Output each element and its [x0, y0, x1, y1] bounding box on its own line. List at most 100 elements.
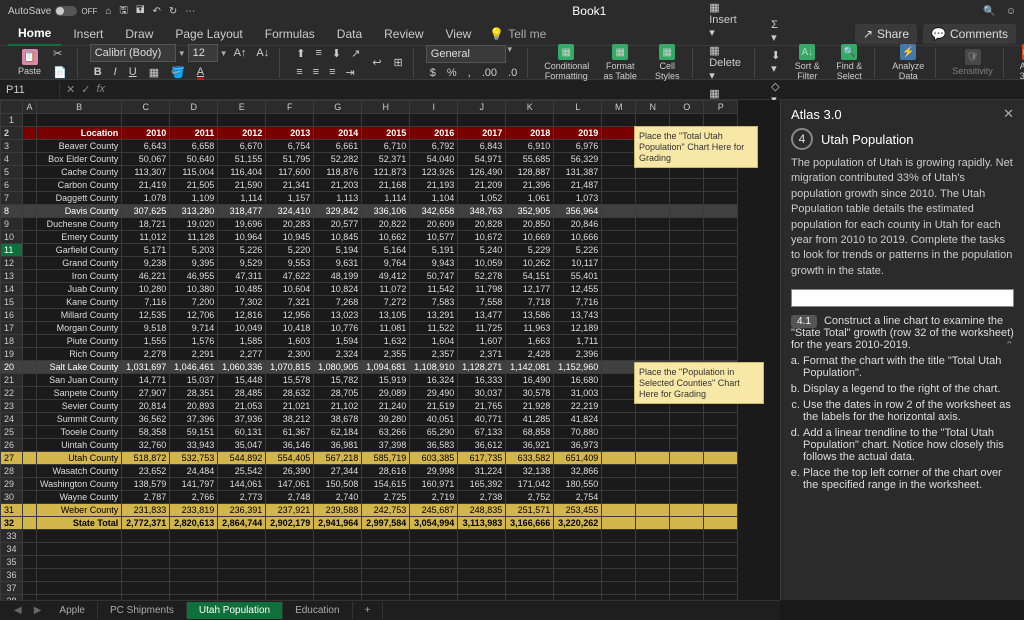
data-cell[interactable]: 532,753 [170, 452, 218, 465]
sensitivity-button[interactable]: 🛡Sensitivity [948, 49, 997, 76]
data-cell[interactable]: 9,943 [410, 257, 458, 270]
data-cell[interactable]: 307,625 [122, 205, 170, 218]
data-cell[interactable]: 2,738 [458, 491, 506, 504]
bold-button[interactable]: B [90, 64, 106, 81]
font-size-input[interactable] [188, 44, 218, 62]
data-cell[interactable]: 13,586 [506, 309, 554, 322]
data-cell[interactable]: 352,905 [506, 205, 554, 218]
data-cell[interactable]: 3,166,666 [506, 517, 554, 530]
data-cell[interactable]: 28,632 [266, 387, 314, 400]
data-cell[interactable]: Daggett County [37, 192, 122, 205]
chevron-down-icon[interactable]: ▼ [178, 49, 186, 58]
sheet-tab[interactable]: Utah Population [187, 602, 283, 619]
data-cell[interactable]: 2,357 [410, 348, 458, 361]
data-cell[interactable]: 11,725 [458, 322, 506, 335]
tab-insert[interactable]: Insert [63, 23, 113, 45]
data-cell[interactable]: 36,612 [458, 439, 506, 452]
row-header[interactable]: 4 [1, 153, 23, 166]
data-cell[interactable]: 50,747 [410, 270, 458, 283]
formula-bar[interactable] [111, 88, 1024, 92]
row-header[interactable]: 17 [1, 322, 23, 335]
data-cell[interactable]: Iron County [37, 270, 122, 283]
col-header[interactable]: L [554, 101, 602, 114]
row-header[interactable]: 1 [1, 114, 23, 127]
tell-me[interactable]: 💡Tell me [489, 27, 546, 41]
data-cell[interactable]: Washington County [37, 478, 122, 491]
data-cell[interactable]: 28,351 [170, 387, 218, 400]
redo-icon[interactable]: ↻ [169, 6, 177, 17]
data-cell[interactable]: 38,678 [314, 413, 362, 426]
data-cell[interactable]: 21,765 [458, 400, 506, 413]
col-header[interactable]: K [506, 101, 554, 114]
data-cell[interactable]: 7,200 [170, 296, 218, 309]
data-cell[interactable]: 2,278 [122, 348, 170, 361]
data-cell[interactable]: Duchesne County [37, 218, 122, 231]
row-header[interactable]: 32 [1, 517, 23, 530]
row-header[interactable]: 26 [1, 439, 23, 452]
data-cell[interactable]: 544,892 [218, 452, 266, 465]
tab-formulas[interactable]: Formulas [255, 23, 325, 45]
data-cell[interactable]: 115,004 [170, 166, 218, 179]
data-cell[interactable]: 554,405 [266, 452, 314, 465]
autosave-toggle[interactable]: AutoSave OFF [8, 6, 97, 17]
col-header[interactable]: H [362, 101, 410, 114]
col-header[interactable]: G [314, 101, 362, 114]
data-cell[interactable]: 5,240 [458, 244, 506, 257]
data-cell[interactable]: 19,696 [218, 218, 266, 231]
save-as-icon[interactable]: 🖬 [136, 3, 145, 20]
data-cell[interactable]: 11,128 [170, 231, 218, 244]
data-cell[interactable]: 36,146 [266, 439, 314, 452]
data-cell[interactable]: 1,632 [362, 335, 410, 348]
data-cell[interactable]: 16,324 [410, 374, 458, 387]
sheet-tab[interactable]: PC Shipments [98, 602, 187, 619]
data-cell[interactable]: 329,842 [314, 205, 362, 218]
data-cell[interactable]: 1,585 [218, 335, 266, 348]
data-cell[interactable]: 2,371 [458, 348, 506, 361]
data-cell[interactable]: 67,133 [458, 426, 506, 439]
data-cell[interactable]: San Juan County [37, 374, 122, 387]
data-cell[interactable]: 21,168 [362, 179, 410, 192]
data-cell[interactable]: Rich County [37, 348, 122, 361]
row-header[interactable]: 3 [1, 140, 23, 153]
data-cell[interactable]: 1,142,081 [506, 361, 554, 374]
header-cell[interactable]: 2017 [458, 127, 506, 140]
comma-icon[interactable]: , [464, 65, 475, 81]
data-cell[interactable]: 11,798 [458, 283, 506, 296]
tab-data[interactable]: Data [327, 23, 372, 45]
data-cell[interactable]: 12,956 [266, 309, 314, 322]
data-cell[interactable]: 3,054,994 [410, 517, 458, 530]
data-cell[interactable]: 15,919 [362, 374, 410, 387]
data-cell[interactable]: 31,224 [458, 465, 506, 478]
data-cell[interactable]: 21,519 [410, 400, 458, 413]
add-sheet-button[interactable]: + [353, 602, 384, 619]
data-cell[interactable]: 3,113,983 [458, 517, 506, 530]
data-cell[interactable]: 21,396 [506, 179, 554, 192]
header-cell[interactable]: 2018 [506, 127, 554, 140]
data-cell[interactable]: 123,926 [410, 166, 458, 179]
col-header[interactable]: D [170, 101, 218, 114]
data-cell[interactable]: 10,059 [458, 257, 506, 270]
data-cell[interactable]: 31,003 [554, 387, 602, 400]
data-cell[interactable]: 32,760 [122, 439, 170, 452]
wrap-text-icon[interactable]: ↩ [368, 54, 385, 71]
data-cell[interactable]: 7,583 [410, 296, 458, 309]
data-cell[interactable]: 1,052 [458, 192, 506, 205]
data-cell[interactable]: 1,128,271 [458, 361, 506, 374]
data-cell[interactable]: 651,409 [554, 452, 602, 465]
data-cell[interactable]: Salt Lake County [37, 361, 122, 374]
data-cell[interactable]: 54,971 [458, 153, 506, 166]
align-right-icon[interactable]: ≡ [325, 64, 339, 81]
data-cell[interactable]: 10,418 [266, 322, 314, 335]
data-cell[interactable]: 567,218 [314, 452, 362, 465]
data-cell[interactable]: 6,754 [266, 140, 314, 153]
data-cell[interactable]: 61,367 [266, 426, 314, 439]
row-header[interactable]: 12 [1, 257, 23, 270]
share-button[interactable]: ↗Share [855, 24, 917, 44]
data-cell[interactable]: 1,114 [218, 192, 266, 205]
data-cell[interactable]: 9,553 [266, 257, 314, 270]
data-cell[interactable]: 5,171 [122, 244, 170, 257]
col-header[interactable]: C [122, 101, 170, 114]
expand-icon[interactable]: ⌃ [1005, 339, 1014, 352]
data-cell[interactable]: 2,864,744 [218, 517, 266, 530]
answer-input[interactable] [791, 289, 1014, 307]
